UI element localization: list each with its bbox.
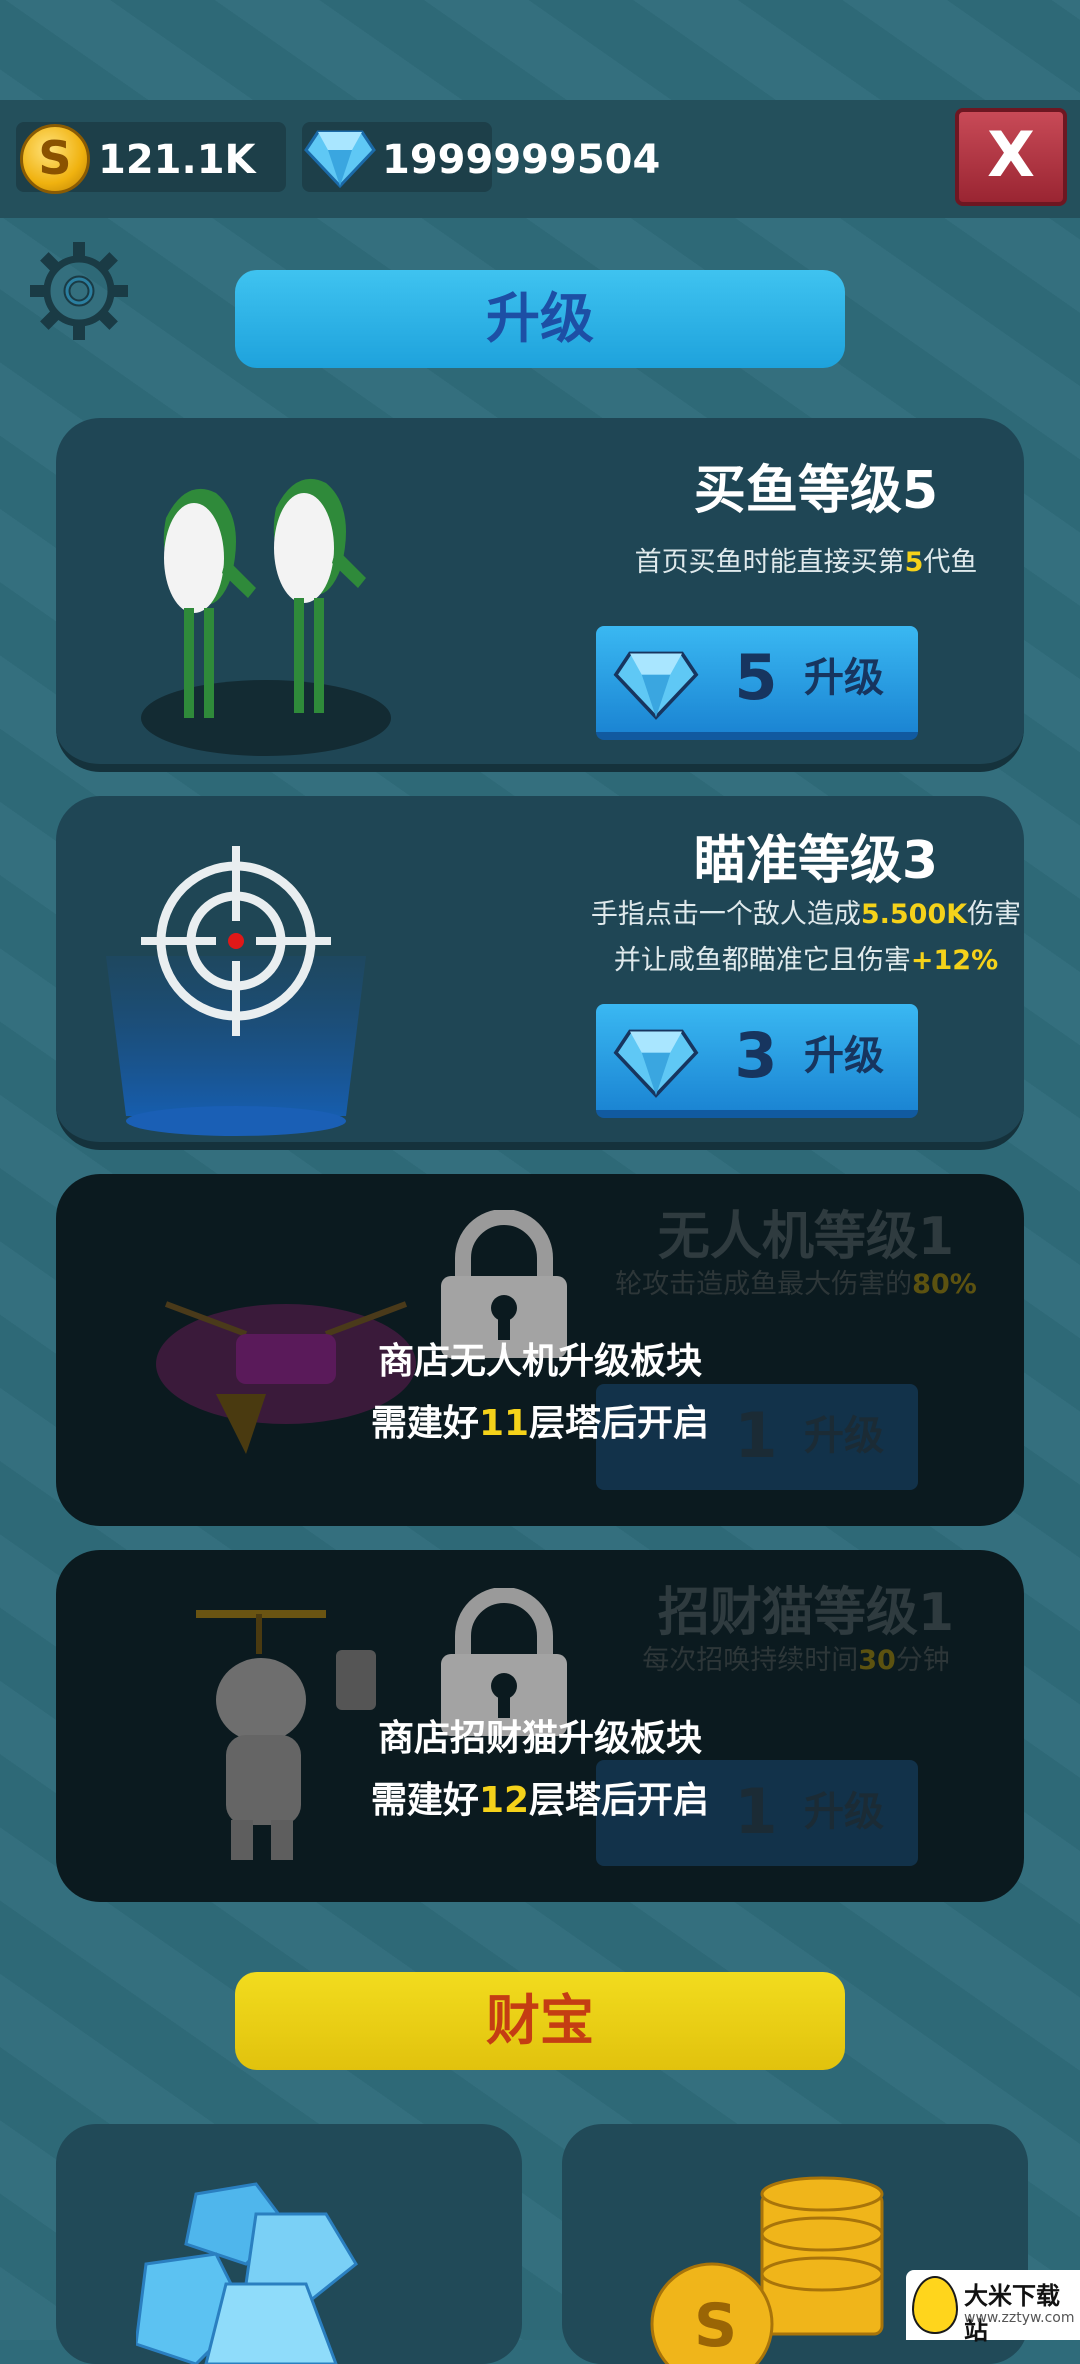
gem-pile-icon xyxy=(136,2182,358,2364)
gem-icon xyxy=(613,651,699,720)
upgrade-cost: 5 xyxy=(734,641,778,714)
gem-amount: 1999999504 xyxy=(382,137,661,183)
settings-gear-icon[interactable] xyxy=(24,236,134,346)
section-title-upgrade: 升级 xyxy=(235,270,845,368)
egg-mascot-icon xyxy=(912,2276,958,2334)
upgrade-button-label: 升级 xyxy=(804,655,884,701)
coin-icon: S xyxy=(20,124,90,194)
section-title-treasure: 财宝 xyxy=(235,1972,845,2070)
locked-description: 每次招唤持续时间30分钟 xyxy=(642,1645,950,1676)
upgrade-cost: 3 xyxy=(734,1019,778,1092)
locked-description: 轮攻击造成鱼最大伤害的80% xyxy=(615,1269,977,1300)
upgrade-card-buy-fish: 买鱼等级5 首页买鱼时能直接买第5代鱼 5 升级 xyxy=(56,418,1024,772)
locked-title: 招财猫等级1 xyxy=(657,1583,955,1643)
upgrade-title: 买鱼等级5 xyxy=(693,461,939,521)
upgrade-description: 并让咸鱼都瞄准它且伤害+12% xyxy=(613,945,999,976)
upgrade-card-aim: 瞄准等级3 手指点击一个敌人造成5.500K伤害 并让咸鱼都瞄准它且伤害+12%… xyxy=(56,796,1024,1150)
crosshair-icon xyxy=(106,846,366,1136)
coin-amount: 121.1K xyxy=(98,137,256,183)
upgrade-description: 手指点击一个敌人造成5.500K伤害 xyxy=(590,899,1022,930)
gem-icon xyxy=(304,130,376,189)
watermark-url: www.zztyw.com xyxy=(964,2310,1075,2326)
coin-pile-icon: S xyxy=(650,2176,884,2364)
upgrade-title: 瞄准等级3 xyxy=(693,831,939,891)
locked-title: 无人机等级1 xyxy=(657,1207,955,1267)
upgrade-button[interactable]: 3 升级 xyxy=(596,1004,918,1118)
upgrade-description: 首页买鱼时能直接买第5代鱼 xyxy=(634,547,978,578)
fish-character-illustration xyxy=(141,478,391,756)
unlock-requirement-line1: 商店招财猫升级板块 xyxy=(377,1718,702,1759)
unlock-requirement-line1: 商店无人机升级板块 xyxy=(377,1341,702,1382)
treasure-card-gems[interactable] xyxy=(56,2124,522,2364)
upgrade-button-label: 升级 xyxy=(804,1033,884,1079)
unlock-requirement-line2: 需建好12层塔后开启 xyxy=(370,1780,710,1821)
gem-icon xyxy=(613,1029,699,1098)
watermark-logo: 大米下载站 www.zztyw.com xyxy=(906,2270,1080,2345)
close-button[interactable]: X xyxy=(955,108,1067,206)
unlock-requirement-line2: 需建好11层塔后开启 xyxy=(370,1403,710,1444)
svg-text:S: S xyxy=(694,2291,737,2361)
upgrade-button[interactable]: 5 升级 xyxy=(596,626,918,740)
